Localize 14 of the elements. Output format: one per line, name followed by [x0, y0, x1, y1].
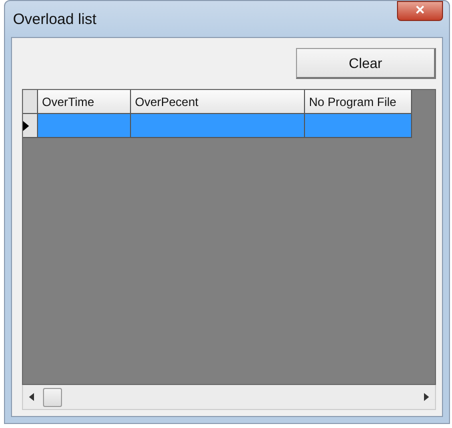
table-cell[interactable]: [38, 114, 131, 138]
table-cell[interactable]: [131, 114, 305, 138]
current-row-icon: [23, 120, 29, 130]
scroll-right-icon[interactable]: [423, 393, 429, 401]
column-header[interactable]: OverTime: [38, 90, 131, 114]
scrollbar-thumb[interactable]: [43, 388, 62, 406]
column-header[interactable]: No Program File: [305, 90, 412, 114]
row-header: [23, 90, 38, 114]
window-title: Overload list: [12, 10, 96, 28]
scroll-left-icon[interactable]: [29, 393, 35, 401]
table-cell[interactable]: [305, 114, 412, 138]
column-header[interactable]: OverPecent: [131, 90, 305, 114]
row-indicator[interactable]: [23, 114, 38, 138]
clear-button[interactable]: Clear: [296, 48, 436, 79]
